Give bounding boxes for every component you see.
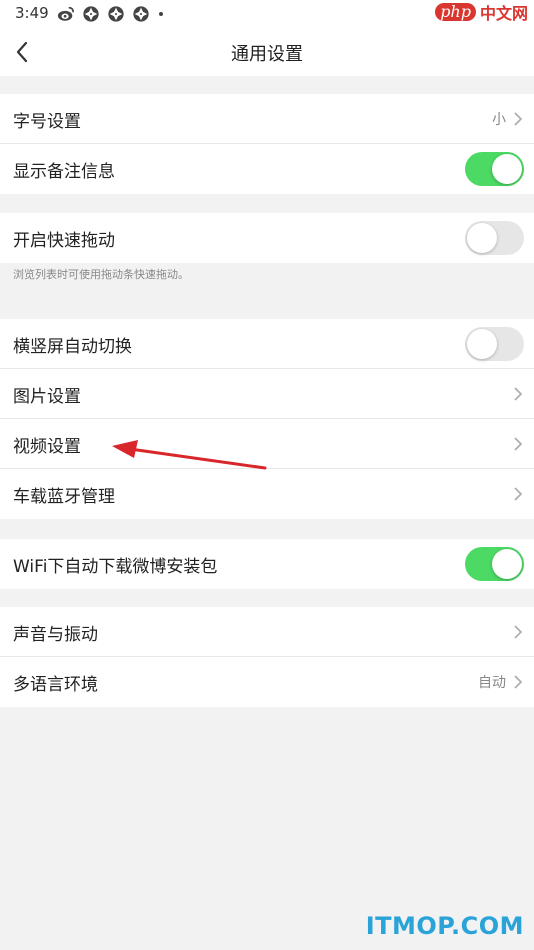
row-label: 车载蓝牙管理 <box>13 487 115 507</box>
language-row[interactable]: 多语言环境 自动 <box>0 657 534 707</box>
sound-vibration-row[interactable]: 声音与振动 <box>0 607 534 657</box>
status-bar: 3:49 php 中文网 <box>0 0 534 28</box>
video-settings-row[interactable]: 视频设置 <box>0 419 534 469</box>
car-bluetooth-row[interactable]: 车载蓝牙管理 <box>0 469 534 519</box>
wifi-auto-download-toggle[interactable] <box>465 547 524 581</box>
font-size-setting-row[interactable]: 字号设置 小 <box>0 94 534 144</box>
row-label: 字号设置 <box>13 112 81 132</box>
toggle-knob <box>492 549 522 579</box>
image-settings-row[interactable]: 图片设置 <box>0 369 534 419</box>
camera-aperture-icon <box>108 6 124 22</box>
camera-aperture-icon <box>133 6 149 22</box>
show-remark-toggle[interactable] <box>465 152 524 186</box>
settings-group-misc: 声音与振动 多语言环境 自动 <box>0 607 534 707</box>
watermark-php-cn: php 中文网 <box>435 0 528 24</box>
watermark-itmop: ITMOP.COM <box>365 912 524 940</box>
row-label: 开启快速拖动 <box>13 231 115 251</box>
status-icons <box>57 5 163 23</box>
nav-bar: 通用设置 <box>0 28 534 76</box>
toggle-knob <box>467 329 497 359</box>
chevron-right-icon <box>514 675 523 689</box>
fast-drag-hint: 浏览列表时可使用拖动条快速拖动。 <box>13 268 189 281</box>
row-value: 小 <box>492 112 506 128</box>
fast-drag-row: 开启快速拖动 <box>0 213 534 263</box>
row-label: 多语言环境 <box>13 675 98 695</box>
status-time: 3:49 <box>15 4 49 22</box>
settings-group-display: 字号设置 小 显示备注信息 <box>0 94 534 194</box>
show-remark-row: 显示备注信息 <box>0 144 534 194</box>
row-label: WiFi下自动下载微博安装包 <box>13 557 218 577</box>
chevron-right-icon <box>514 112 523 126</box>
settings-group-media: 横竖屏自动切换 图片设置 视频设置 车载蓝牙管理 <box>0 319 534 519</box>
row-label: 横竖屏自动切换 <box>13 337 132 357</box>
chevron-right-icon <box>514 437 523 451</box>
row-label: 图片设置 <box>13 387 81 407</box>
row-label: 声音与振动 <box>13 625 98 645</box>
row-label: 视频设置 <box>13 437 81 457</box>
dot-icon <box>159 12 163 16</box>
camera-aperture-icon <box>83 6 99 22</box>
chevron-right-icon <box>514 487 523 501</box>
toggle-knob <box>467 223 497 253</box>
wifi-auto-download-row: WiFi下自动下载微博安装包 <box>0 539 534 589</box>
watermark-cn: 中文网 <box>479 4 528 23</box>
watermark-php: php <box>435 3 476 21</box>
settings-group-wifi-download: WiFi下自动下载微博安装包 <box>0 539 534 589</box>
auto-rotate-toggle[interactable] <box>465 327 524 361</box>
row-label: 显示备注信息 <box>13 162 115 182</box>
chevron-right-icon <box>514 625 523 639</box>
settings-group-fast-drag: 开启快速拖动 <box>0 213 534 263</box>
toggle-knob <box>492 154 522 184</box>
auto-rotate-row: 横竖屏自动切换 <box>0 319 534 369</box>
chevron-right-icon <box>514 387 523 401</box>
row-value: 自动 <box>478 675 506 691</box>
weibo-icon <box>57 6 75 21</box>
page-title: 通用设置 <box>231 44 303 65</box>
fast-drag-toggle[interactable] <box>465 221 524 255</box>
